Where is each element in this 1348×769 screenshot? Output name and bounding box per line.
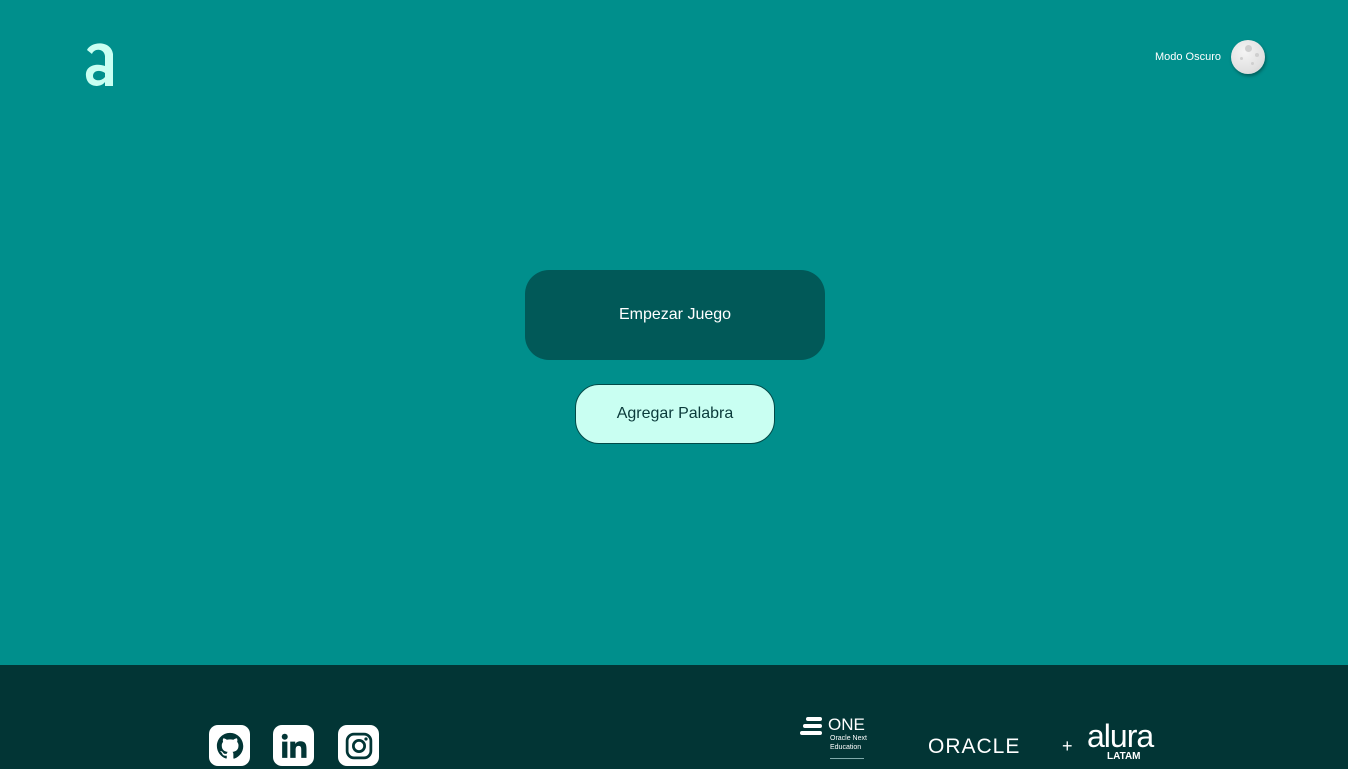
moon-icon[interactable]: [1231, 40, 1265, 74]
github-link[interactable]: [209, 725, 250, 766]
instagram-link[interactable]: [338, 725, 379, 766]
linkedin-link[interactable]: [273, 725, 314, 766]
one-logo: ONE Oracle Next Education: [800, 715, 875, 769]
plus-sign: +: [1062, 736, 1073, 756]
dark-mode-label: Modo Oscuro: [1154, 51, 1221, 63]
oracle-alura-logo: ORACLE + alura LATAM: [928, 718, 1154, 769]
start-game-button[interactable]: Empezar Juego: [525, 270, 825, 360]
oracle-wordmark: ORACLE: [928, 735, 1021, 758]
one-stack-icon: [800, 717, 822, 735]
one-line1: Oracle Next: [830, 735, 867, 742]
alura-wordmark: alura: [1087, 718, 1154, 754]
add-word-button[interactable]: Agregar Palabra: [575, 384, 775, 444]
moon-crater: [1251, 62, 1254, 65]
one-divider: [830, 758, 864, 759]
linkedin-icon: [281, 733, 306, 758]
github-icon: [216, 732, 243, 759]
moon-crater: [1240, 57, 1243, 60]
dark-mode-toggle[interactable]: Modo Oscuro: [1155, 40, 1265, 74]
one-title: ONE: [828, 715, 865, 734]
footer: ONE Oracle Next Education ORACLE + alura…: [0, 665, 1348, 769]
moon-crater: [1245, 45, 1252, 52]
alura-logo[interactable]: [83, 38, 117, 90]
instagram-icon: [345, 732, 372, 759]
moon-crater: [1255, 53, 1259, 57]
one-line2: Education: [830, 744, 862, 751]
alura-latam: LATAM: [1107, 751, 1141, 762]
